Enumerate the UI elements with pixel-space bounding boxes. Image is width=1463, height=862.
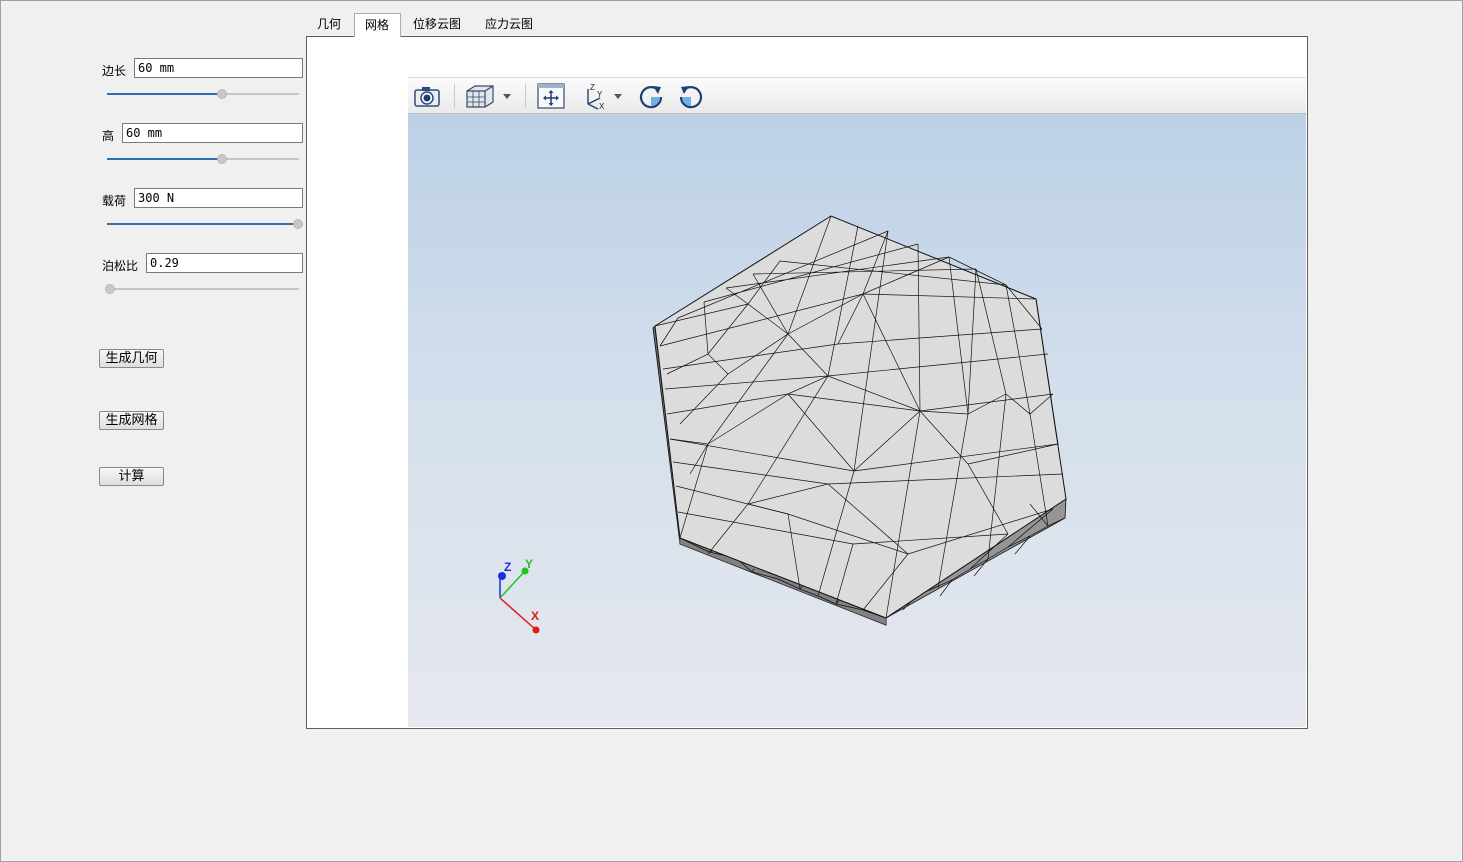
tab-geometry[interactable]: 几何 bbox=[307, 13, 351, 37]
triad-y-label: Y bbox=[525, 557, 533, 571]
slider-handle[interactable] bbox=[293, 219, 303, 229]
slider-fill bbox=[107, 158, 223, 160]
tab-stress-contour[interactable]: 应力云图 bbox=[475, 13, 543, 37]
slider-handle[interactable] bbox=[105, 284, 115, 294]
3d-viewer: Z Y X Z Y X bbox=[408, 77, 1306, 727]
slider-handle[interactable] bbox=[217, 89, 228, 99]
edge-length-label: 边长 bbox=[102, 64, 127, 78]
viewer-toolbar: Z Y X bbox=[408, 77, 1306, 114]
slider-fill bbox=[107, 93, 223, 95]
poisson-ratio-label: 泊松比 bbox=[102, 259, 139, 273]
triad-x-label: X bbox=[531, 609, 539, 623]
rotate-ccw-icon[interactable] bbox=[676, 82, 706, 110]
axes-icon-z-label: Z bbox=[590, 83, 595, 92]
axes-icon-x-label: X bbox=[599, 102, 605, 110]
edge-length-slider[interactable] bbox=[107, 88, 299, 100]
generate-geometry-button[interactable]: 生成几何 bbox=[99, 349, 164, 368]
poisson-ratio-slider[interactable] bbox=[105, 283, 299, 295]
load-input[interactable]: 300 N bbox=[134, 188, 303, 208]
load-slider[interactable] bbox=[107, 218, 303, 230]
tab-displacement-contour[interactable]: 位移云图 bbox=[403, 13, 471, 37]
3d-viewport[interactable]: Z Y X bbox=[408, 114, 1306, 727]
axes-orientation-icon[interactable]: Z Y X bbox=[580, 82, 626, 111]
mesh-tab-pane: Z Y X Z Y X bbox=[306, 36, 1308, 729]
main-window: 边长 60 mm 高 60 mm 载荷 300 N 泊松比 0.29 生成几何 … bbox=[0, 0, 1463, 862]
view-cube-icon[interactable] bbox=[464, 82, 514, 110]
slider-fill bbox=[107, 223, 298, 225]
coordinate-triad: Z Y X bbox=[498, 557, 540, 634]
height-slider[interactable] bbox=[107, 153, 299, 165]
height-input[interactable]: 60 mm bbox=[122, 123, 303, 143]
slider-handle[interactable] bbox=[217, 154, 228, 164]
axes-icon-y-label: Y bbox=[597, 90, 603, 99]
toolbar-separator bbox=[525, 84, 526, 108]
triad-z-label: Z bbox=[504, 560, 511, 574]
height-label: 高 bbox=[102, 129, 115, 143]
compute-button[interactable]: 计算 bbox=[99, 467, 164, 486]
camera-icon[interactable] bbox=[412, 82, 442, 110]
tab-mesh[interactable]: 网格 bbox=[354, 13, 401, 37]
edge-length-input[interactable]: 60 mm bbox=[134, 58, 303, 78]
mesh-canvas: Z Y X bbox=[498, 215, 1067, 634]
fit-all-icon[interactable] bbox=[535, 82, 567, 110]
load-label: 载荷 bbox=[102, 194, 127, 208]
slider-groove bbox=[107, 288, 299, 290]
generate-mesh-button[interactable]: 生成网格 bbox=[99, 411, 164, 430]
toolbar-separator bbox=[454, 84, 455, 108]
rotate-cw-icon[interactable] bbox=[636, 82, 666, 110]
poisson-ratio-input[interactable]: 0.29 bbox=[146, 253, 303, 273]
